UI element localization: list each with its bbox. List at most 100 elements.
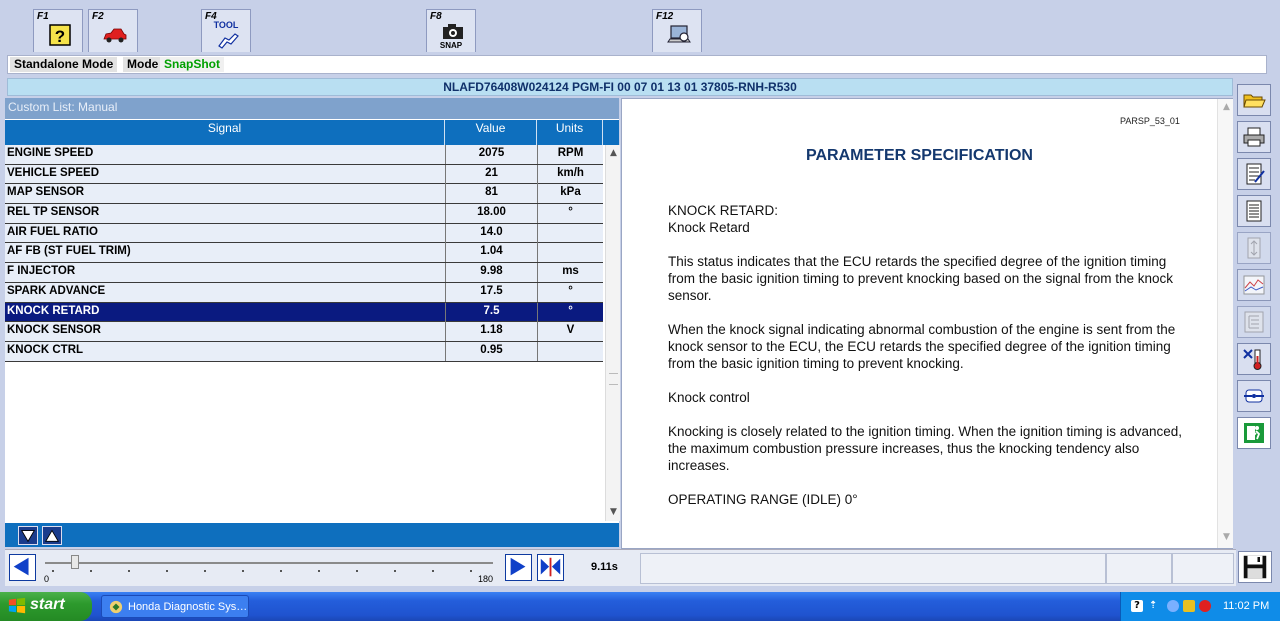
exit-button[interactable]	[1237, 417, 1271, 449]
spec-body: KNOCK RETARD: Knock Retard This status i…	[668, 202, 1188, 525]
signal-cell: F INJECTOR	[7, 265, 76, 278]
units-cell: kPa	[537, 184, 603, 204]
value-cell: 21	[445, 164, 537, 184]
f2-vehicle-button[interactable]: F2	[88, 9, 138, 52]
f1-help-button[interactable]: F1 ?	[33, 9, 83, 52]
signal-cell: AF FB (ST FUEL TRIM)	[7, 245, 131, 258]
slider-tick	[52, 570, 54, 572]
start-button[interactable]: start	[0, 592, 92, 621]
table-row[interactable]: KNOCK SENSOR 1.18 V	[5, 322, 603, 342]
status-field	[1172, 553, 1234, 584]
exit-icon	[1244, 423, 1264, 443]
thermometer-icon	[1243, 349, 1262, 370]
column-header-value[interactable]: Value	[445, 120, 537, 145]
system-tray: ? ⇡ 11:02 PM	[1120, 592, 1280, 621]
car-icon	[103, 28, 127, 43]
table-row[interactable]: F INJECTOR 9.98 ms	[5, 263, 603, 283]
slider-thumb[interactable]	[70, 555, 79, 569]
snapshot-timeline: 0 180 9.11s	[5, 549, 1236, 586]
table-row[interactable]: KNOCK CTRL 0.95	[5, 341, 603, 362]
units-cell	[537, 223, 603, 243]
table-row[interactable]: MAP SENSOR 81 kPa	[5, 184, 603, 205]
custom-list-title: Custom List: Manual	[5, 98, 619, 119]
status-field	[640, 553, 1106, 584]
scroll-grip-icon[interactable]	[609, 373, 618, 385]
function-key-bar: F1 ? F2 F4 TOOL F8 SNAP F12	[0, 0, 1280, 53]
help-tray-icon[interactable]: ?	[1131, 600, 1143, 612]
column-header-units[interactable]: Units	[537, 120, 603, 145]
left-arrow-icon	[13, 557, 29, 576]
slider-tick	[394, 570, 396, 572]
move-down-button[interactable]	[18, 526, 38, 545]
taskbar-app-button[interactable]: Honda Diagnostic Sys…	[101, 595, 249, 618]
table-row[interactable]: REL TP SENSOR 18.00 °	[5, 204, 603, 224]
marker-icon	[540, 557, 561, 577]
slider-tick	[432, 570, 434, 572]
table-row[interactable]: AF FB (ST FUEL TRIM) 1.04	[5, 243, 603, 264]
move-up-button[interactable]	[42, 526, 62, 545]
scroll-down-arrow-icon[interactable]: ▼	[1220, 531, 1233, 544]
f12-laptop-button[interactable]: F12	[652, 9, 702, 52]
document-button[interactable]	[1237, 195, 1271, 227]
spec-code: PARSP_53_01	[1120, 116, 1180, 126]
fkey-text: TOOL	[213, 20, 239, 30]
scroll-icon	[1247, 237, 1261, 259]
list-edit-icon	[1246, 163, 1265, 185]
f8-snapshot-button[interactable]: F8 SNAP	[426, 9, 476, 52]
units-cell: V	[537, 322, 603, 342]
security-shield-icon[interactable]	[1183, 600, 1195, 612]
step-back-button[interactable]	[9, 554, 36, 581]
slider-track[interactable]	[45, 562, 493, 564]
windows-logo-icon	[8, 597, 26, 614]
scroll-up-arrow-icon[interactable]: ▲	[1220, 101, 1233, 114]
slider-tick	[242, 570, 244, 572]
spec-title: PARAMETER SPECIFICATION	[806, 147, 1033, 164]
spec-paragraph: This status indicates that the ECU retar…	[668, 254, 1174, 303]
slider-max-label: 180	[478, 574, 494, 584]
slider-tick	[356, 570, 358, 572]
table-row[interactable]: ENGINE SPEED 2075 RPM	[5, 145, 603, 165]
time-slider[interactable]: 0 180	[43, 553, 498, 585]
open-folder-button[interactable]	[1237, 84, 1271, 116]
spec-subheading: Knock Retard	[668, 220, 750, 235]
document-icon	[1246, 200, 1262, 222]
list-edit-button[interactable]	[1237, 158, 1271, 190]
graph-button[interactable]	[1237, 269, 1271, 301]
jump-to-marker-button[interactable]	[537, 554, 564, 581]
signal-cell: REL TP SENSOR	[7, 206, 100, 219]
spec-paragraph: OPERATING RANGE (IDLE) 0°	[668, 492, 858, 507]
browser-tray-icon[interactable]	[1167, 600, 1179, 612]
grid-scrollbar[interactable]: ▲ ▼	[605, 145, 620, 521]
status-field	[1106, 553, 1172, 584]
slider-tick	[318, 570, 320, 572]
value-cell: 17.5	[445, 282, 537, 302]
table-row[interactable]: SPARK ADVANCE 17.5 °	[5, 282, 603, 303]
units-cell	[537, 243, 603, 263]
floppy-disk-icon	[1243, 555, 1267, 579]
network-tray-icon[interactable]: ⇡	[1149, 600, 1161, 612]
alert-tray-icon[interactable]	[1199, 600, 1211, 612]
table-row[interactable]: VEHICLE SPEED 21 km/h	[5, 164, 603, 185]
thermometer-button[interactable]	[1237, 343, 1271, 375]
slider-tick	[280, 570, 282, 572]
print-button[interactable]	[1237, 121, 1271, 153]
signal-cell: SPARK ADVANCE	[7, 284, 106, 297]
open-folder-icon	[1243, 94, 1266, 108]
slider-tick	[90, 570, 92, 572]
f4-tool-button[interactable]: F4 TOOL	[201, 9, 251, 52]
spec-paragraph: Knock control	[668, 390, 750, 405]
table-row-selected[interactable]: KNOCK RETARD 7.5 °	[5, 302, 603, 323]
spec-heading-block: KNOCK RETARD: Knock Retard	[668, 202, 1188, 236]
column-header-signal[interactable]: Signal	[5, 120, 445, 145]
data-list-panel: Custom List: Manual Signal Value Units E…	[5, 98, 620, 547]
snapshot-mode-label: SnapShot	[160, 57, 224, 72]
tree-button[interactable]	[1237, 306, 1271, 338]
connect-button[interactable]	[1237, 380, 1271, 412]
table-row[interactable]: AIR FUEL RATIO 14.0	[5, 223, 603, 244]
save-button[interactable]	[1238, 551, 1272, 583]
scroll-view-button[interactable]	[1237, 232, 1271, 264]
step-forward-button[interactable]	[505, 554, 532, 581]
spec-scrollbar[interactable]: ▲ ▼	[1217, 99, 1233, 548]
scroll-up-arrow-icon[interactable]: ▲	[607, 147, 620, 160]
scroll-down-arrow-icon[interactable]: ▼	[607, 506, 620, 519]
